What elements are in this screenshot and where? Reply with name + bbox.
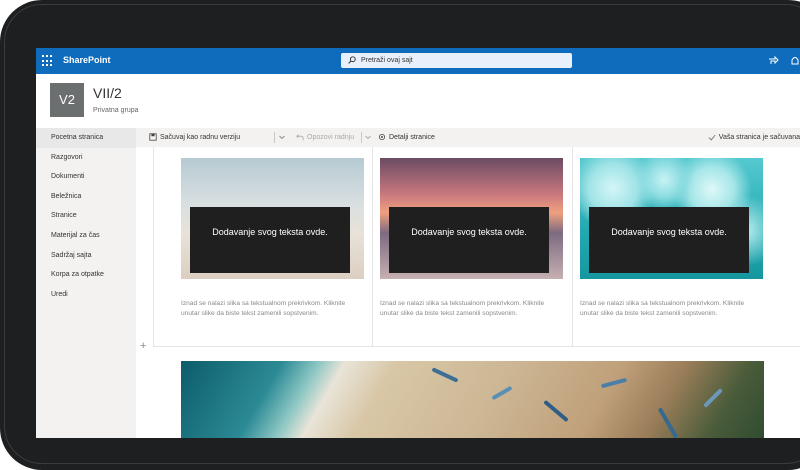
save-draft-label: Sačuvaj kao radnu verziju (160, 134, 241, 141)
save-status: Vaša stranica je sačuvana (708, 128, 800, 147)
site-logo[interactable]: V2 (50, 83, 84, 117)
undo-label: Opozovi radnju (307, 134, 355, 141)
left-navigation: Pocetna stranica Razgovori Dokumenti Bel… (36, 128, 136, 438)
hero-image[interactable] (181, 361, 764, 438)
image-caption[interactable]: Dodavanje svog teksta ovde. (389, 207, 549, 273)
save-status-label: Vaša stranica je sačuvana (718, 134, 800, 141)
page-details-button[interactable]: Detalji stranice (378, 128, 435, 147)
app-name[interactable]: SharePoint (63, 55, 111, 65)
nav-item-home[interactable]: Pocetna stranica (36, 128, 136, 148)
nav-item-class-materials[interactable]: Materijal za čas (36, 226, 136, 246)
gear-icon (378, 134, 386, 141)
card-text-line: Iznad se nalazi slika sa tekstualnom pre… (181, 300, 346, 307)
card-text-line: unutar slike da biste tekst zamenili sop… (181, 310, 319, 317)
card-text-line: unutar slike da biste tekst zamenili sop… (580, 310, 718, 317)
nav-item-notebook[interactable]: Beležnica (36, 187, 136, 207)
image-card-3[interactable]: Dodavanje svog teksta ovde. (580, 158, 763, 279)
card-text-line: Iznad se nalazi slika sa tekstualnom pre… (580, 300, 745, 307)
card-text-line: unutar slike da biste tekst zamenili sop… (380, 310, 518, 317)
command-bar: Sačuvaj kao radnu verziju Opozovi radnju… (136, 128, 800, 147)
undo-icon (296, 134, 304, 141)
screen: SharePoint Pretraži ovaj sajt V2 VII/2 P… (36, 48, 800, 438)
bell-icon[interactable] (789, 55, 800, 67)
share-icon[interactable] (767, 55, 779, 67)
nav-item-edit[interactable]: Uredi (36, 285, 136, 305)
page-canvas: + Dodavanje svog teksta ovde. Dodavanje … (136, 147, 800, 438)
save-icon (149, 133, 157, 141)
card-description-2[interactable]: Iznad se nalazi slika sa tekstualnom pre… (380, 299, 563, 319)
add-section-button[interactable]: + (140, 340, 146, 352)
image-card-2[interactable]: Dodavanje svog teksta ovde. (380, 158, 563, 279)
site-header: V2 VII/2 Privatna grupa (36, 74, 800, 128)
image-caption[interactable]: Dodavanje svog teksta ovde. (190, 207, 350, 273)
suite-bar: SharePoint Pretraži ovaj sajt (36, 48, 800, 74)
card-text-line: Iznad se nalazi slika sa tekstualnom pre… (380, 300, 545, 307)
chevron-down-icon[interactable] (365, 135, 371, 140)
search-box[interactable]: Pretraži ovaj sajt (341, 53, 572, 68)
waffle-icon[interactable] (42, 55, 54, 67)
search-icon (348, 56, 356, 64)
nav-item-site-contents[interactable]: Sadržaj sajta (36, 246, 136, 266)
image-card-1[interactable]: Dodavanje svog teksta ovde. (181, 158, 364, 279)
save-draft-button[interactable]: Sačuvaj kao radnu verziju (149, 128, 240, 147)
card-description-1[interactable]: Iznad se nalazi slika sa tekstualnom pre… (181, 299, 364, 319)
page-details-label: Detalji stranice (389, 134, 435, 141)
nav-item-recycle-bin[interactable]: Korpa za otpatke (36, 265, 136, 285)
image-caption[interactable]: Dodavanje svog teksta ovde. (589, 207, 749, 273)
nav-item-pages[interactable]: Stranice (36, 206, 136, 226)
card-description-3[interactable]: Iznad se nalazi slika sa tekstualnom pre… (580, 299, 763, 319)
site-privacy-label: Privatna grupa (93, 107, 139, 114)
nav-item-documents[interactable]: Dokumenti (36, 167, 136, 187)
chevron-down-icon[interactable] (279, 135, 285, 140)
site-title[interactable]: VII/2 (93, 85, 122, 101)
search-placeholder: Pretraži ovaj sajt (361, 57, 413, 64)
check-icon (708, 134, 716, 141)
nav-item-conversations[interactable]: Razgovori (36, 148, 136, 168)
undo-button[interactable]: Opozovi radnju (296, 128, 354, 147)
